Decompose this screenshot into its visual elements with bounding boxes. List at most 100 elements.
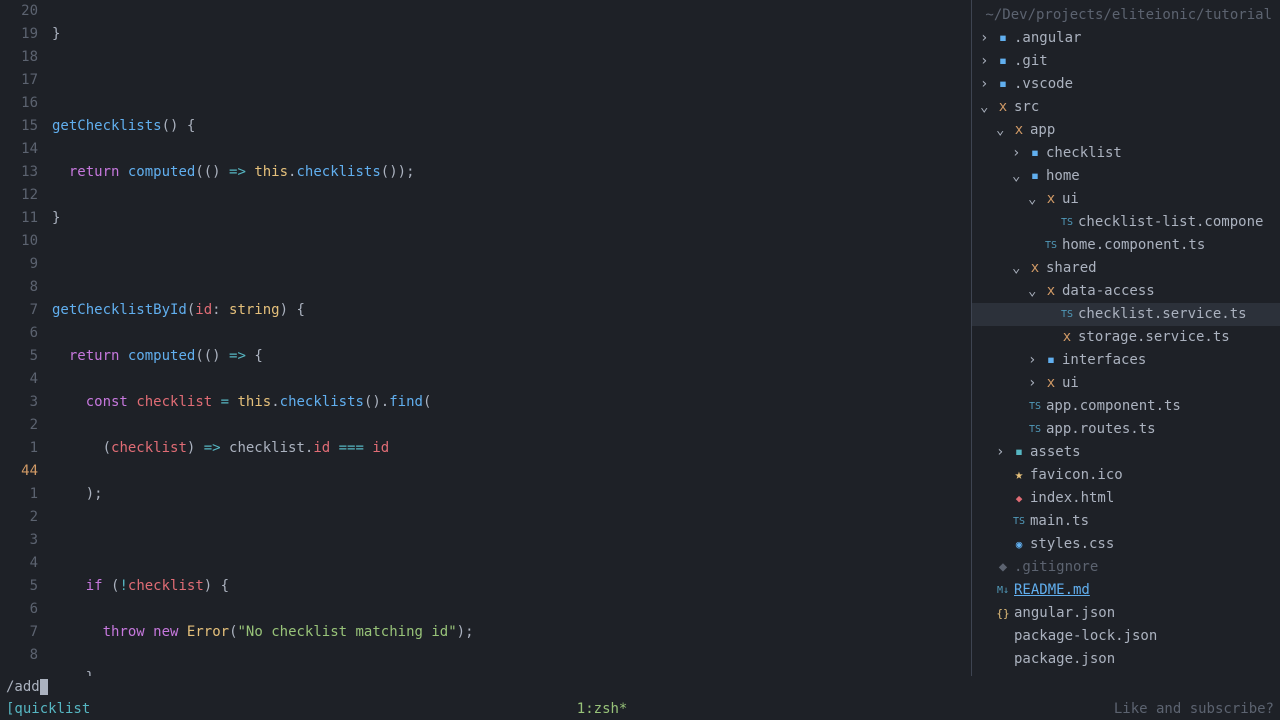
tree-item-app-routes-ts[interactable]: TSapp.routes.ts: [972, 418, 1280, 441]
file-name-label: checklist.service.ts: [1078, 303, 1247, 326]
file-icon: TS: [1058, 211, 1076, 234]
file-icon: x: [1026, 257, 1044, 280]
file-name-label: README.md: [1014, 579, 1090, 602]
file-icon: x: [1058, 326, 1076, 349]
file-name-label: home: [1046, 165, 1080, 188]
tree-item-src[interactable]: ⌄xsrc: [972, 96, 1280, 119]
file-icon: ◆: [1010, 487, 1028, 510]
file-icon: ▪: [1026, 142, 1044, 165]
tree-item-home[interactable]: ⌄▪home: [972, 165, 1280, 188]
tree-item--gitignore[interactable]: ◆.gitignore: [972, 556, 1280, 579]
file-icon: x: [1010, 119, 1028, 142]
tree-item-angular-json[interactable]: {}angular.json: [972, 602, 1280, 625]
file-name-label: home.component.ts: [1062, 234, 1205, 257]
status-left: [quicklist: [6, 701, 90, 717]
tree-item-checklist-service-ts[interactable]: TSchecklist.service.ts: [972, 303, 1280, 326]
file-icon: x: [1042, 188, 1060, 211]
file-icon: M↓: [994, 579, 1012, 602]
file-name-label: .angular: [1014, 27, 1081, 50]
file-name-label: checklist-list.compone: [1078, 211, 1263, 234]
chevron-down-icon: ⌄: [1028, 188, 1042, 211]
file-icon: ▪: [994, 73, 1012, 96]
file-name-label: checklist: [1046, 142, 1122, 165]
tree-item-styles-css[interactable]: ◉styles.css: [972, 533, 1280, 556]
file-icon: TS: [1042, 234, 1060, 257]
tree-item-ui[interactable]: ⌄xui: [972, 188, 1280, 211]
file-name-label: app: [1030, 119, 1055, 142]
search-line[interactable]: /add: [0, 676, 1280, 698]
chevron-right-icon: ›: [980, 73, 994, 96]
tree-item--angular[interactable]: ›▪.angular: [972, 27, 1280, 50]
file-name-label: shared: [1046, 257, 1097, 280]
file-name-label: assets: [1030, 441, 1081, 464]
tree-item-home-component-ts[interactable]: TShome.component.ts: [972, 234, 1280, 257]
search-text: /add: [6, 679, 40, 695]
file-name-label: data-access: [1062, 280, 1155, 303]
file-icon: ▪: [1042, 349, 1060, 372]
status-bar: [quicklist 1:zsh* Like and subscribe?: [0, 698, 1280, 720]
project-path: ~/Dev/projects/eliteionic/tutorial: [972, 4, 1280, 27]
chevron-down-icon: ⌄: [1028, 280, 1042, 303]
file-name-label: .gitignore: [1014, 556, 1098, 579]
tree-item--git[interactable]: ›▪.git: [972, 50, 1280, 73]
tree-item-shared[interactable]: ⌄xshared: [972, 257, 1280, 280]
tree-item-package-json[interactable]: package.json: [972, 648, 1280, 671]
tree-items: ›▪.angular›▪.git›▪.vscode⌄xsrc⌄xapp›▪che…: [972, 27, 1280, 671]
tree-item-checklist-list-compone[interactable]: TSchecklist-list.compone: [972, 211, 1280, 234]
code-editor[interactable]: 2019181716151413121110987654321441234567…: [0, 0, 972, 676]
status-right: Like and subscribe?: [1114, 701, 1274, 717]
file-icon: ▪: [1010, 441, 1028, 464]
chevron-down-icon: ⌄: [1012, 165, 1026, 188]
file-icon: ◆: [994, 556, 1012, 579]
chevron-right-icon: ›: [1028, 349, 1042, 372]
cursor-icon: [40, 679, 48, 695]
line-gutter: 2019181716151413121110987654321441234567…: [0, 0, 48, 676]
chevron-down-icon: ⌄: [980, 96, 994, 119]
chevron-right-icon: ›: [980, 27, 994, 50]
file-icon: x: [1042, 280, 1060, 303]
tree-item-data-access[interactable]: ⌄xdata-access: [972, 280, 1280, 303]
file-name-label: .git: [1014, 50, 1048, 73]
file-name-label: angular.json: [1014, 602, 1115, 625]
file-icon: ▪: [994, 27, 1012, 50]
tree-item-index-html[interactable]: ◆index.html: [972, 487, 1280, 510]
file-name-label: index.html: [1030, 487, 1114, 510]
tree-item-favicon-ico[interactable]: ★favicon.ico: [972, 464, 1280, 487]
tree-item-app[interactable]: ⌄xapp: [972, 119, 1280, 142]
file-icon: ▪: [1026, 165, 1044, 188]
file-name-label: package-lock.json: [1014, 625, 1157, 648]
file-icon: TS: [1026, 395, 1044, 418]
file-icon: {}: [994, 602, 1012, 625]
tree-item-storage-service-ts[interactable]: xstorage.service.ts: [972, 326, 1280, 349]
file-name-label: ui: [1062, 372, 1079, 395]
file-name-label: styles.css: [1030, 533, 1114, 556]
file-icon: TS: [1010, 510, 1028, 533]
file-icon: ★: [1010, 464, 1028, 487]
file-icon: ◉: [1010, 533, 1028, 556]
file-name-label: src: [1014, 96, 1039, 119]
file-tree[interactable]: ~/Dev/projects/eliteionic/tutorial ›▪.an…: [972, 0, 1280, 676]
file-name-label: storage.service.ts: [1078, 326, 1230, 349]
tree-item--vscode[interactable]: ›▪.vscode: [972, 73, 1280, 96]
file-name-label: app.routes.ts: [1046, 418, 1156, 441]
code-content[interactable]: } getChecklists() { return computed(() =…: [48, 0, 971, 676]
chevron-right-icon: ›: [1012, 142, 1026, 165]
tree-item-ui[interactable]: ›xui: [972, 372, 1280, 395]
tree-item-main-ts[interactable]: TSmain.ts: [972, 510, 1280, 533]
file-name-label: .vscode: [1014, 73, 1073, 96]
chevron-down-icon: ⌄: [1012, 257, 1026, 280]
file-name-label: favicon.ico: [1030, 464, 1123, 487]
file-icon: x: [1042, 372, 1060, 395]
chevron-down-icon: ⌄: [996, 119, 1010, 142]
chevron-right-icon: ›: [980, 50, 994, 73]
tree-item-readme-md[interactable]: M↓README.md: [972, 579, 1280, 602]
tree-item-app-component-ts[interactable]: TSapp.component.ts: [972, 395, 1280, 418]
tree-item-checklist[interactable]: ›▪checklist: [972, 142, 1280, 165]
tree-item-package-lock-json[interactable]: package-lock.json: [972, 625, 1280, 648]
tree-item-assets[interactable]: ›▪assets: [972, 441, 1280, 464]
file-name-label: main.ts: [1030, 510, 1089, 533]
tree-item-interfaces[interactable]: ›▪interfaces: [972, 349, 1280, 372]
file-icon: TS: [1058, 303, 1076, 326]
file-name-label: interfaces: [1062, 349, 1146, 372]
file-icon: ▪: [994, 50, 1012, 73]
